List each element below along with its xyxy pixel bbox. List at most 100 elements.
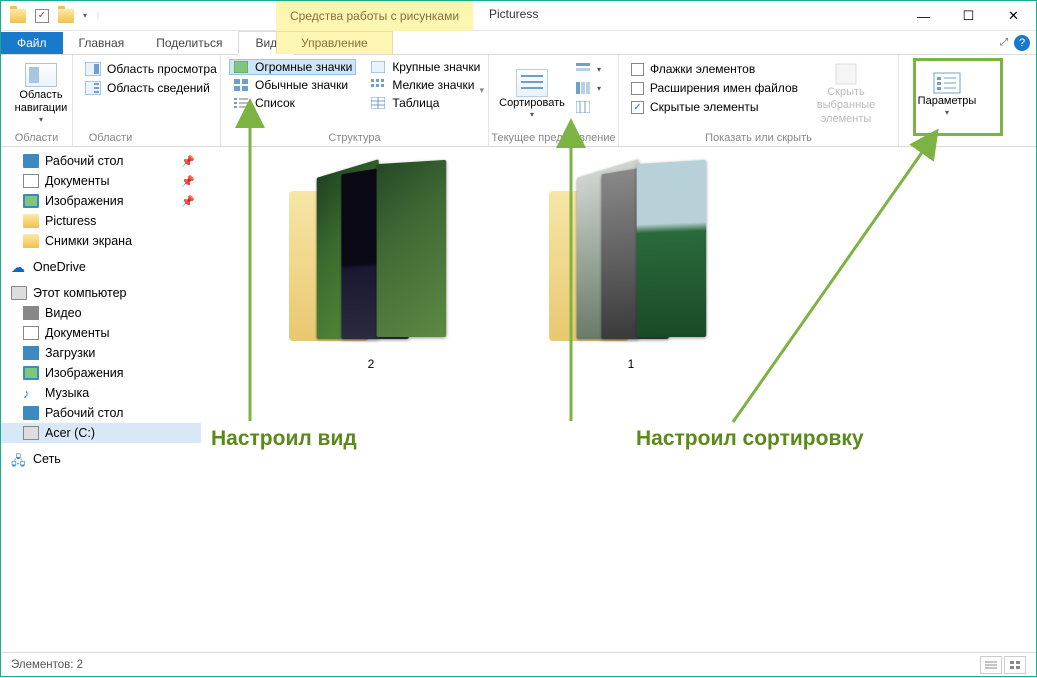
- view-details-label: Таблица: [392, 96, 439, 110]
- app-icon[interactable]: [7, 5, 29, 27]
- tree-label: Этот компьютер: [33, 286, 126, 300]
- group-icon: [575, 62, 591, 76]
- file-extensions-label: Расширения имен файлов: [650, 81, 798, 95]
- folder-icon: [23, 234, 39, 248]
- tree-pictures2[interactable]: Изображения: [1, 363, 201, 383]
- hidden-items-toggle[interactable]: ✓ Скрытые элементы: [627, 99, 802, 115]
- pc-icon: [11, 286, 27, 300]
- item-checkboxes-toggle[interactable]: Флажки элементов: [627, 61, 802, 77]
- tree-video[interactable]: Видео: [1, 303, 201, 323]
- music-icon: ♪: [23, 386, 39, 400]
- view-details[interactable]: Таблица: [366, 95, 484, 111]
- sort-button[interactable]: Сортировать ▾: [497, 59, 567, 129]
- highlight-options: [913, 58, 1003, 136]
- desktop-icon: [23, 154, 39, 168]
- tree-label: Изображения: [45, 194, 124, 208]
- status-icons-view[interactable]: [1004, 656, 1026, 674]
- window-title: Picturess: [489, 7, 538, 21]
- ribbon-tabs: Файл Главная Поделиться Вид Управление ⤢…: [1, 31, 1036, 55]
- view-large-icons[interactable]: Крупные значки: [366, 59, 484, 75]
- medium-icons-icon: [233, 78, 249, 92]
- ribbon: Область навигации ▾ Области Область прос…: [1, 55, 1036, 147]
- hide-selected-button: Скрыть выбранные элементы: [802, 59, 890, 129]
- help-icon[interactable]: ?: [1014, 35, 1030, 51]
- tree-desktop[interactable]: Рабочий стол📌: [1, 151, 201, 171]
- tree-label: Рабочий стол: [45, 406, 123, 420]
- group-current-label: Текущее представление: [489, 132, 618, 144]
- checkbox-icon: [631, 82, 644, 95]
- view-medium-icons[interactable]: Обычные значки: [229, 77, 356, 93]
- status-details-view[interactable]: [980, 656, 1002, 674]
- content-area: Рабочий стол📌 Документы📌 Изображения📌 Pi…: [1, 147, 1036, 652]
- tree-documents[interactable]: Документы📌: [1, 171, 201, 191]
- view-list-label: Список: [255, 96, 295, 110]
- tree-label: Видео: [45, 306, 82, 320]
- tree-label: Музыка: [45, 386, 89, 400]
- navigation-tree[interactable]: Рабочий стол📌 Документы📌 Изображения📌 Pi…: [1, 147, 201, 652]
- tab-share[interactable]: Поделиться: [140, 32, 238, 54]
- list-icon: [233, 96, 249, 110]
- group-layout-label: Структура: [221, 132, 488, 144]
- huge-icons-icon: [233, 60, 249, 74]
- qat-dropdown[interactable]: ▾: [79, 11, 91, 20]
- video-icon: [23, 306, 39, 320]
- annotation-sort: Настроил сортировку: [636, 427, 864, 451]
- tree-network[interactable]: 🖧Сеть: [1, 449, 201, 469]
- desktop-icon: [23, 406, 39, 420]
- folder-item[interactable]: 2: [281, 147, 461, 371]
- view-list[interactable]: Список: [229, 95, 356, 111]
- tree-label: OneDrive: [33, 260, 86, 274]
- context-tab-header: Средства работы с рисунками: [276, 1, 473, 31]
- tree-onedrive[interactable]: ☁ OneDrive: [1, 257, 201, 277]
- fit-columns-button[interactable]: [571, 99, 605, 115]
- tree-desktop2[interactable]: Рабочий стол: [1, 403, 201, 423]
- hide-selected-label: Скрыть выбранные элементы: [802, 86, 890, 126]
- view-huge-icons[interactable]: Огромные значки: [229, 59, 356, 75]
- chevron-down-icon: ▾: [530, 110, 534, 120]
- view-small-label: Мелкие значки: [392, 78, 474, 92]
- tree-picturess[interactable]: Picturess: [1, 211, 201, 231]
- minimize-button[interactable]: —: [901, 1, 946, 31]
- ribbon-collapse-icon[interactable]: ⤢: [1000, 37, 1008, 48]
- cloud-icon: ☁: [11, 260, 27, 274]
- pictures-icon: [23, 194, 39, 208]
- tree-label: Документы: [45, 326, 109, 340]
- tree-label: Сеть: [33, 452, 61, 466]
- tab-file[interactable]: Файл: [1, 32, 63, 54]
- navigation-pane-label: Область навигации: [9, 89, 73, 115]
- layout-more-icon[interactable]: ▾: [479, 85, 484, 96]
- tab-manage[interactable]: Управление: [276, 31, 393, 54]
- tree-screenshots[interactable]: Снимки экрана: [1, 231, 201, 251]
- details-pane-label: Область сведений: [107, 81, 210, 95]
- navigation-pane-button[interactable]: Область навигации ▾: [9, 59, 73, 129]
- tree-pictures[interactable]: Изображения📌: [1, 191, 201, 211]
- details-pane-button[interactable]: Область сведений: [81, 80, 212, 96]
- tree-label: Изображения: [45, 366, 124, 380]
- large-icons-icon: [370, 60, 386, 74]
- file-view[interactable]: 2 1 Настроил вид Настроил сортировку: [201, 147, 1036, 652]
- close-button[interactable]: ✕: [991, 1, 1036, 31]
- preview-pane-button[interactable]: Область просмотра: [81, 61, 212, 77]
- document-icon: [23, 174, 39, 188]
- add-columns-button[interactable]: ▾: [571, 80, 605, 96]
- folder-item[interactable]: 1: [541, 147, 721, 371]
- tree-label: Снимки экрана: [45, 234, 132, 248]
- tab-home[interactable]: Главная: [63, 32, 141, 54]
- group-by-button[interactable]: ▾: [571, 61, 605, 77]
- maximize-button[interactable]: ☐: [946, 1, 991, 31]
- sort-icon: [516, 69, 548, 97]
- file-extensions-toggle[interactable]: Расширения имен файлов: [627, 80, 802, 96]
- tree-label: Acer (C:): [45, 426, 95, 440]
- tree-this-pc[interactable]: Этот компьютер: [1, 283, 201, 303]
- checkbox-checked-icon: ✓: [631, 101, 644, 114]
- view-small-icons[interactable]: Мелкие значки: [366, 77, 484, 93]
- tree-documents2[interactable]: Документы: [1, 323, 201, 343]
- tree-downloads[interactable]: Загрузки: [1, 343, 201, 363]
- checkbox-icon: [631, 63, 644, 76]
- hidden-items-label: Скрытые элементы: [650, 100, 759, 114]
- details-pane-icon: [85, 81, 101, 95]
- tree-disk-c[interactable]: Acer (C:): [1, 423, 201, 443]
- tree-music[interactable]: ♪ Музыка: [1, 383, 201, 403]
- qat-new[interactable]: [55, 5, 77, 27]
- qat-props[interactable]: ✓: [31, 5, 53, 27]
